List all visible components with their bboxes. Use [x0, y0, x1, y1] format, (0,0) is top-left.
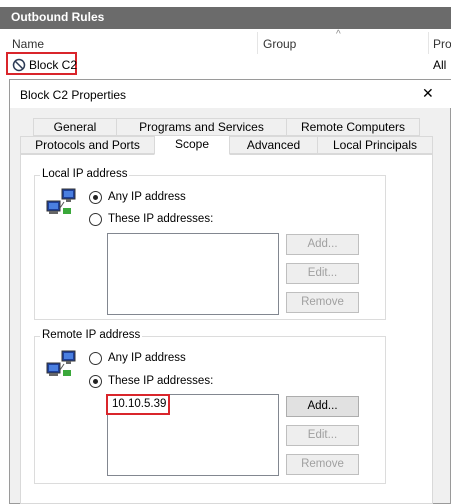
panel-title: Outbound Rules: [11, 10, 105, 24]
network-computers-icon: [46, 188, 76, 214]
close-icon[interactable]: ✕: [422, 85, 434, 102]
local-add-button[interactable]: Add...: [286, 234, 359, 255]
rule-profile: All: [433, 58, 447, 72]
column-group[interactable]: Group: [263, 37, 296, 51]
remote-ip-entry[interactable]: 10.10.5.39: [112, 398, 166, 410]
local-any-ip-radio[interactable]: [89, 191, 102, 204]
remote-any-ip-radio[interactable]: [89, 352, 102, 365]
remote-add-button[interactable]: Add...: [286, 396, 359, 417]
block-rule-icon: [12, 58, 26, 72]
local-these-ip-radio[interactable]: [89, 213, 102, 226]
remote-edit-button[interactable]: Edit...: [286, 425, 359, 446]
dialog-title: Block C2 Properties: [20, 88, 127, 102]
remote-ip-label: Remote IP address: [40, 329, 143, 341]
outbound-rules-header: Outbound Rules: [0, 0, 451, 32]
tab-local-principals[interactable]: Local Principals: [317, 136, 433, 154]
local-any-ip-label: Any IP address: [108, 191, 186, 203]
tab-remote-computers[interactable]: Remote Computers: [286, 118, 420, 136]
rule-row[interactable]: Block C2 All: [0, 52, 451, 76]
tab-scope[interactable]: Scope: [154, 135, 230, 155]
column-profile[interactable]: Pro: [433, 37, 451, 51]
remote-these-ip-radio[interactable]: [89, 375, 102, 388]
local-remove-button[interactable]: Remove: [286, 292, 359, 313]
local-ip-label: Local IP address: [40, 168, 130, 180]
dialog-titlebar: Block C2 Properties ✕: [10, 80, 451, 108]
column-name[interactable]: Name: [12, 37, 44, 51]
local-ip-list[interactable]: [107, 233, 279, 315]
tab-general[interactable]: General: [33, 118, 117, 136]
remote-any-ip-label: Any IP address: [108, 352, 186, 364]
remote-remove-button[interactable]: Remove: [286, 454, 359, 475]
tab-programs-and-services[interactable]: Programs and Services: [116, 118, 287, 136]
local-these-ip-label: These IP addresses:: [108, 213, 214, 225]
network-computers-icon: [46, 350, 76, 376]
tab-advanced[interactable]: Advanced: [229, 136, 318, 154]
local-edit-button[interactable]: Edit...: [286, 263, 359, 284]
rule-name: Block C2: [29, 58, 78, 72]
sort-arrow-icon: ^: [336, 29, 341, 40]
remote-these-ip-label: These IP addresses:: [108, 375, 214, 387]
remote-ip-list[interactable]: 10.10.5.39: [106, 394, 279, 476]
tab-protocols-and-ports[interactable]: Protocols and Ports: [20, 136, 155, 154]
